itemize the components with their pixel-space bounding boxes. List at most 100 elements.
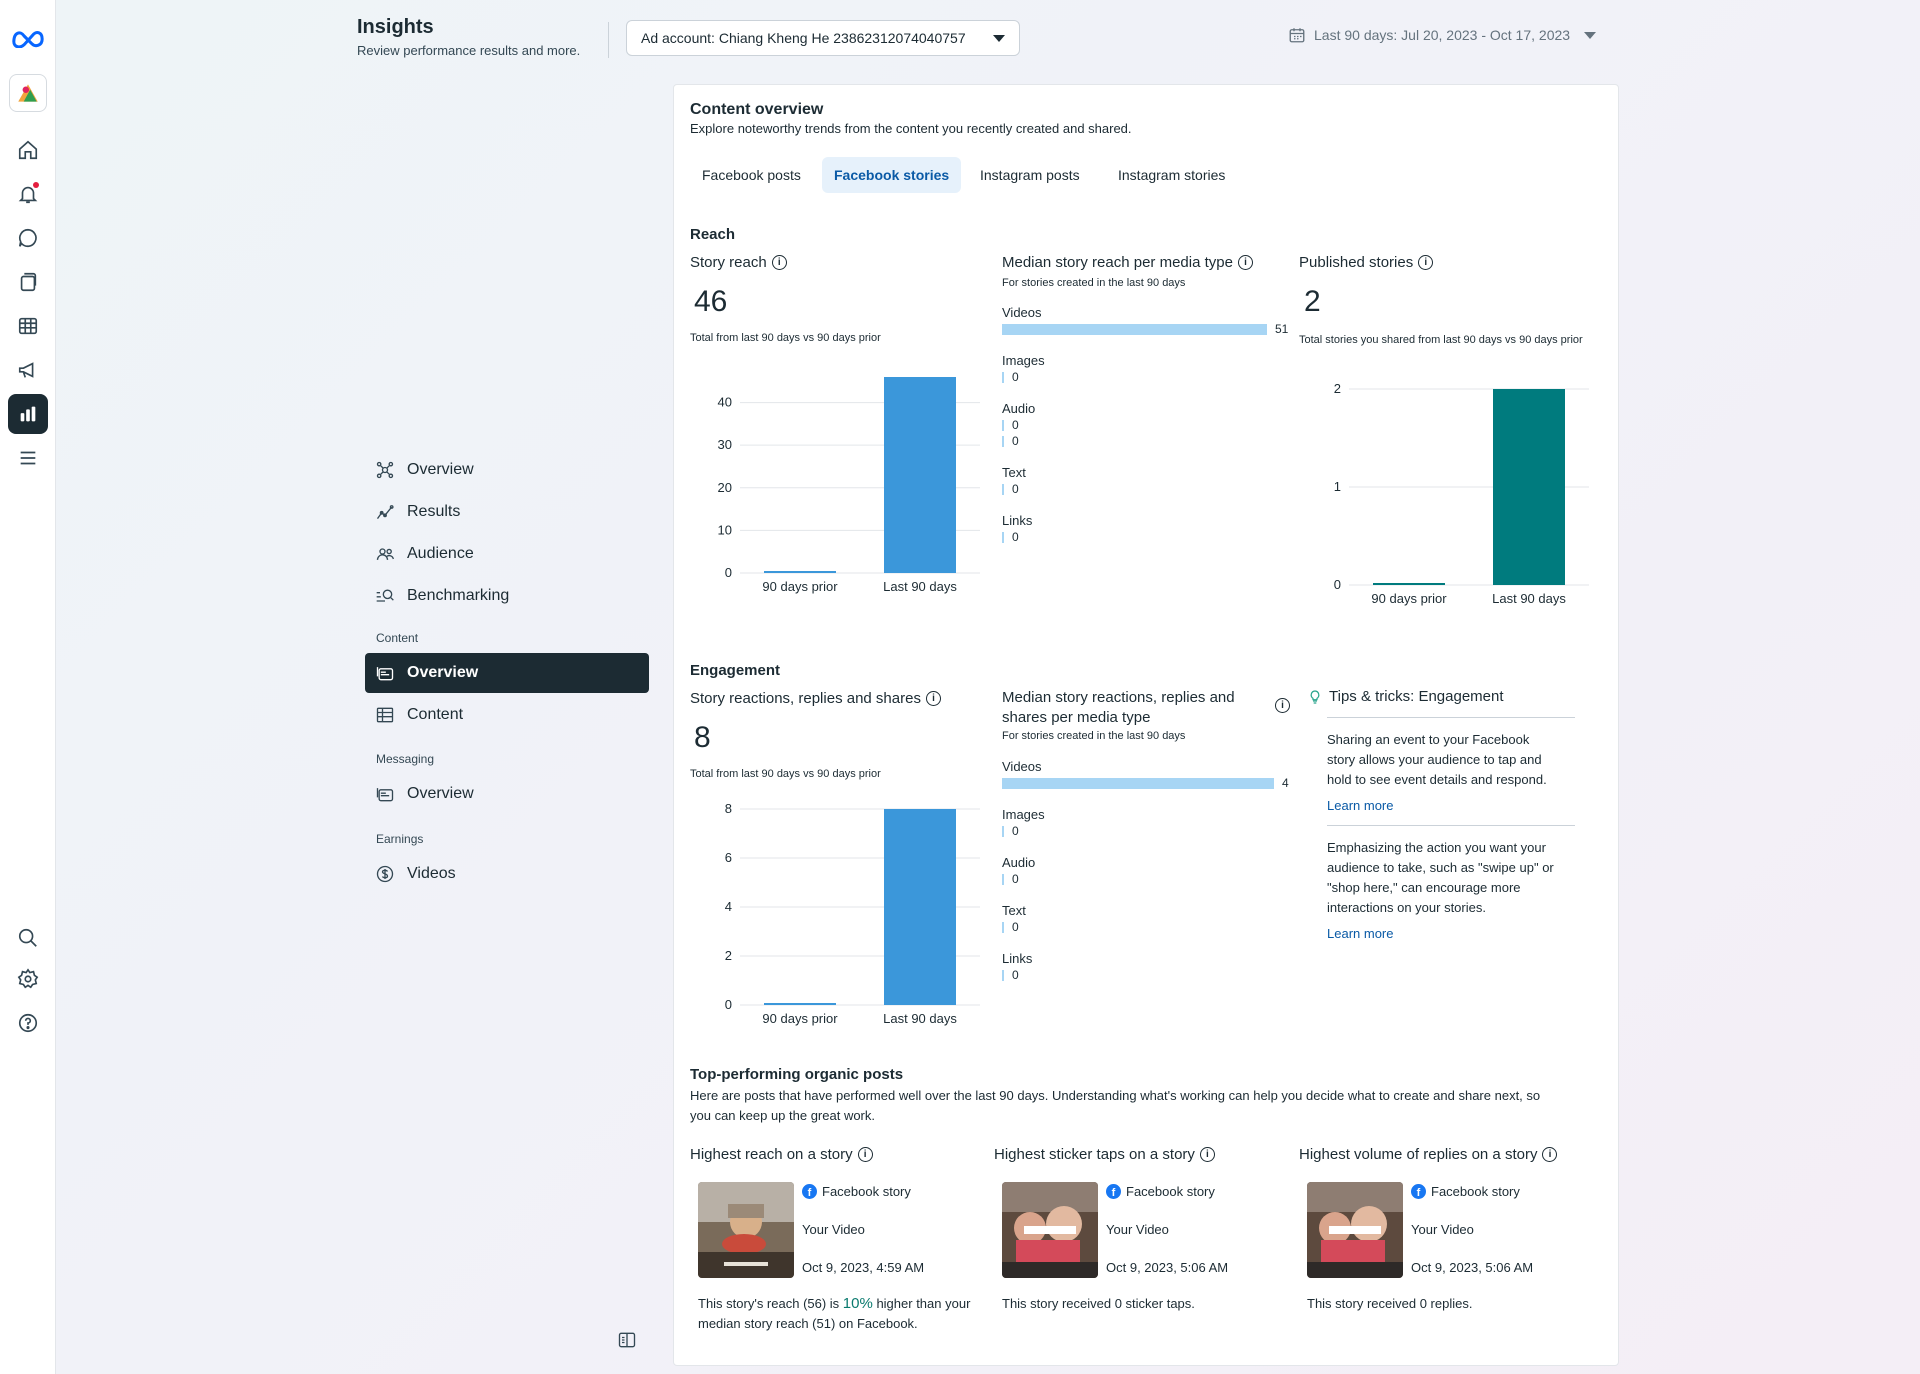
meta-logo-icon[interactable]	[8, 18, 48, 58]
top-post-heading: Highest volume of replies on a story i	[1299, 1146, 1558, 1163]
tip-text: Emphasizing the action you want your	[1327, 840, 1546, 855]
insights-icon[interactable]	[8, 394, 48, 434]
bar	[764, 1003, 836, 1005]
sidebar-item-label: Overview	[407, 664, 479, 681]
menu-icon[interactable]	[8, 438, 48, 478]
sidebar-item-content-overview[interactable]: Overview	[365, 653, 649, 693]
story-thumbnail[interactable]	[698, 1182, 794, 1278]
sidebar-item-label: Benchmarking	[407, 587, 510, 604]
info-icon[interactable]: i	[771, 255, 787, 270]
reactions-value: 8	[694, 721, 711, 754]
collapse-sidebar-icon[interactable]	[617, 1330, 637, 1350]
info-icon[interactable]: i	[857, 1147, 873, 1162]
info-icon[interactable]: i	[1237, 255, 1253, 270]
median-bar-row: 0	[1002, 872, 1019, 886]
median-bar	[1002, 371, 1004, 383]
messages-icon[interactable]	[8, 218, 48, 258]
search-icon[interactable]	[8, 918, 48, 958]
y-tick-label: 2	[725, 948, 732, 963]
info-icon[interactable]: i	[1542, 1147, 1558, 1162]
tip-text: Sharing an event to your Facebook	[1327, 732, 1530, 747]
info-icon[interactable]: i	[1199, 1147, 1215, 1162]
median-bar-row: 51	[1002, 322, 1288, 336]
lightbulb-icon	[1310, 689, 1320, 704]
median-bar	[1002, 435, 1004, 447]
top-post-heading-text: Highest reach on a story	[690, 1146, 853, 1163]
content-overview-icon	[376, 667, 394, 681]
median-engagement-label-line: shares per media type	[1002, 709, 1151, 726]
sidebar-item-audience[interactable]: Audience	[365, 534, 649, 574]
pages-icon[interactable]	[8, 262, 48, 302]
info-icon[interactable]: i	[1418, 255, 1434, 270]
y-tick-label: 2	[1334, 381, 1341, 396]
sidebar-item-label: Overview	[407, 461, 474, 478]
date-range-picker[interactable]: Last 90 days: Jul 20, 2023 - Oct 17, 202…	[1288, 26, 1597, 44]
post-description: This story's reach (56) is 10% higher th…	[698, 1294, 998, 1334]
median-bar	[1002, 825, 1004, 837]
learn-more-link[interactable]: Learn more	[1327, 926, 1577, 941]
median-bar	[1002, 419, 1004, 431]
x-tick-label: 90 days prior	[762, 1011, 838, 1026]
top-posts-subtitle-line: you can keep up the great work.	[690, 1108, 876, 1123]
top-post-heading-text: Highest volume of replies on a story	[1299, 1146, 1538, 1163]
top-post-heading: Highest reach on a story i	[690, 1146, 873, 1163]
tab-instagram-posts[interactable]: Instagram posts	[968, 157, 1092, 193]
median-bar-value: 0	[1012, 920, 1019, 934]
post-name: Your Video	[1106, 1222, 1169, 1237]
nav-section-earnings: Earnings	[376, 832, 424, 846]
top-post-card[interactable]: f Facebook story Your Video Oct 9, 2023, …	[1307, 1182, 1607, 1322]
top-post-card[interactable]: f Facebook story Your Video Oct 9, 2023, …	[1002, 1182, 1302, 1322]
sidebar-item-videos[interactable]: Videos	[365, 854, 649, 894]
tab-instagram-stories[interactable]: Instagram stories	[1106, 157, 1237, 193]
median-bar-value: 4	[1282, 776, 1289, 790]
story-reach-chart: 0 10 20 30 40 90 days prior Last 90 days	[718, 377, 980, 594]
settings-icon[interactable]	[8, 959, 48, 999]
tip-text: story allows your audience to tap and	[1327, 752, 1542, 767]
info-icon[interactable]: i	[1275, 698, 1290, 713]
post-source: f Facebook story	[1411, 1184, 1520, 1199]
median-bar-row: 0	[1002, 418, 1019, 432]
median-reach-label: Median story reach per media type i	[1002, 254, 1253, 271]
notifications-icon[interactable]	[8, 174, 48, 214]
story-thumbnail[interactable]	[1307, 1182, 1403, 1278]
media-type-label: Audio	[1002, 855, 1036, 870]
learn-more-link[interactable]: Learn more	[1327, 798, 1577, 813]
median-reach-label-text: Median story reach per media type	[1002, 254, 1233, 271]
home-icon[interactable]	[8, 130, 48, 170]
account-avatar-icon[interactable]	[9, 74, 47, 112]
post-description: This story received 0 replies.	[1307, 1296, 1473, 1311]
facebook-icon: f	[1106, 1184, 1121, 1199]
published-stories-note: Total stories you shared from last 90 da…	[1299, 334, 1583, 346]
messaging-overview-icon	[376, 788, 394, 802]
post-source-text: Facebook story	[1126, 1184, 1215, 1199]
median-bar-row: 4	[1002, 776, 1289, 790]
bar	[884, 809, 956, 1005]
post-source: f Facebook story	[1106, 1184, 1215, 1199]
sidebar-item-benchmarking[interactable]: Benchmarking	[365, 576, 649, 616]
sidebar-item-label: Results	[407, 503, 461, 520]
table-icon[interactable]	[8, 306, 48, 346]
median-bar	[1002, 873, 1004, 885]
sidebar-item-content[interactable]: Content	[365, 695, 649, 735]
top-post-card[interactable]: f Facebook story Your Video Oct 9, 2023, …	[698, 1182, 998, 1342]
y-tick-label: 0	[1334, 577, 1341, 592]
story-reach-note: Total from last 90 days vs 90 days prior	[690, 332, 881, 344]
ads-icon[interactable]	[8, 350, 48, 390]
ad-account-select[interactable]: Ad account: Chiang Kheng He 238623120740…	[626, 20, 1020, 56]
facebook-icon: f	[1411, 1184, 1426, 1199]
y-tick-label: 20	[718, 480, 732, 495]
info-icon[interactable]: i	[925, 691, 941, 706]
date-range-label: Last 90 days: Jul 20, 2023 - Oct 17, 202…	[1314, 27, 1571, 43]
sidebar-item-overview[interactable]: Overview	[365, 450, 649, 490]
sidebar-item-messaging-overview[interactable]: Overview	[365, 774, 649, 814]
left-rail	[0, 0, 56, 1374]
sidebar-item-results[interactable]: Results	[365, 492, 649, 532]
story-thumbnail[interactable]	[1002, 1182, 1098, 1278]
help-icon[interactable]	[8, 1003, 48, 1043]
post-source-text: Facebook story	[1431, 1184, 1520, 1199]
tab-facebook-posts[interactable]: Facebook posts	[690, 157, 813, 193]
post-date: Oct 9, 2023, 5:06 AM	[1411, 1260, 1534, 1275]
tab-facebook-stories[interactable]: Facebook stories	[822, 157, 962, 193]
x-tick-label: Last 90 days	[883, 579, 957, 594]
y-tick-label: 10	[718, 522, 732, 537]
